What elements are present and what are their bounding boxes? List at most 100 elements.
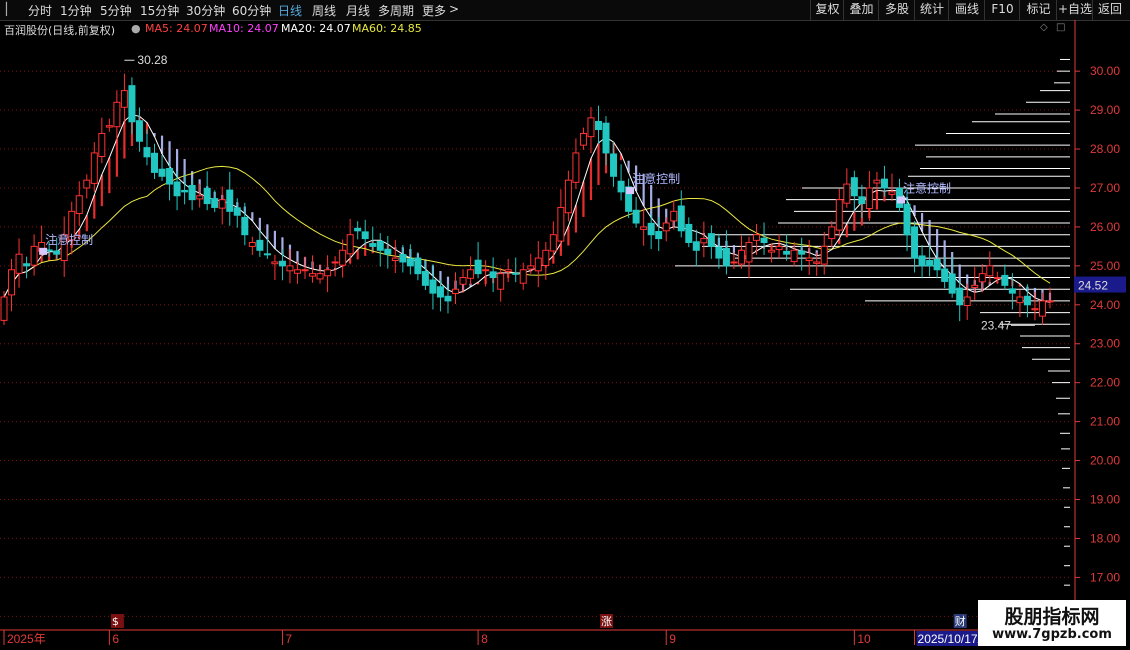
candle-body-7	[53, 250, 61, 255]
candle-body-38	[286, 265, 294, 272]
candle-body-134	[1008, 288, 1016, 294]
candle-body-60	[452, 288, 460, 294]
candle-body-79	[594, 120, 602, 131]
watermark-url: www.7gpzb.com	[992, 627, 1112, 642]
candle-body-138	[1038, 300, 1046, 317]
candle-body-18	[135, 120, 143, 142]
candle-body-10	[75, 195, 83, 214]
candle-body-36	[271, 261, 279, 265]
candle-body-48	[361, 231, 369, 240]
candle-body-62	[467, 269, 475, 279]
site-watermark: 股朋指标网 www.7gpzb.com	[978, 600, 1126, 646]
candle-body-101	[760, 237, 768, 243]
candle-body-136	[1023, 295, 1031, 306]
candle-body-80	[602, 122, 610, 154]
candle-body-84	[632, 209, 640, 224]
candle-body-88	[662, 222, 670, 232]
candle-body-116	[873, 179, 881, 184]
candle-body-27	[203, 187, 211, 205]
candle-body-32	[241, 216, 249, 236]
candle-body-112	[843, 183, 851, 204]
high-price-label: 30.28	[137, 53, 167, 67]
watermark-title: 股朋指标网	[1004, 606, 1100, 628]
annotation-text-0: 注意控制	[45, 232, 93, 247]
candle-body-37	[278, 260, 286, 267]
x-tick-label-5: 10	[857, 632, 871, 646]
candle-body-59	[444, 295, 452, 302]
candle-body-92	[692, 241, 700, 251]
y-tick-label-6: 24.00	[1090, 298, 1120, 312]
candle-body-110	[828, 226, 836, 240]
candle-body-29	[218, 199, 226, 209]
y-tick-label-3: 27.00	[1090, 181, 1120, 195]
y-tick-label-5: 25.00	[1090, 259, 1120, 273]
candle-body-22	[166, 168, 174, 185]
candle-body-52	[391, 257, 399, 262]
candle-body-95	[715, 246, 723, 259]
annotation-marker-0	[39, 247, 48, 255]
candle-body-127	[956, 287, 964, 306]
event-marker-0: $	[112, 615, 119, 628]
candle-body-126	[948, 273, 956, 294]
x-tick-label-2: 7	[285, 632, 292, 646]
candle-body-26	[196, 195, 204, 200]
annotation-marker-1	[626, 187, 635, 195]
candle-body-125	[941, 268, 949, 282]
candle-body-58	[436, 286, 444, 298]
low-price-label: 23.47	[981, 318, 1011, 332]
candle-body-24	[181, 189, 189, 193]
candle-body-74	[557, 206, 565, 242]
candle-body-15	[113, 101, 121, 128]
candle-body-77	[579, 132, 587, 146]
candle-body-17	[128, 85, 136, 123]
candle-body-1	[8, 269, 16, 296]
annotation-marker-2	[897, 196, 906, 204]
candle-body-123	[926, 260, 934, 267]
candle-body-137	[1031, 308, 1039, 311]
candle-body-11	[83, 179, 91, 189]
candle-body-91	[685, 223, 693, 243]
x-tick-label-1: 6	[112, 632, 119, 646]
candle-body-94	[707, 233, 715, 247]
candle-body-115	[865, 187, 873, 210]
candle-body-114	[858, 196, 866, 205]
candle-body-106	[798, 250, 806, 255]
candle-body-3	[23, 263, 31, 267]
candle-body-108	[813, 261, 821, 264]
candle-body-66	[497, 273, 505, 290]
candle-body-89	[670, 210, 678, 222]
candle-body-68	[512, 272, 520, 275]
candle-body-76	[572, 152, 580, 183]
candle-body-93	[700, 238, 708, 244]
candle-body-43	[324, 269, 332, 277]
y-tick-label-8: 22.00	[1090, 376, 1120, 390]
event-marker-1: 涨	[601, 615, 612, 628]
annotation-text-2: 注意控制	[903, 180, 951, 195]
candle-body-50	[376, 240, 384, 251]
y-tick-label-1: 29.00	[1090, 103, 1120, 117]
candle-body-2	[15, 253, 23, 274]
candle-body-54	[406, 258, 414, 267]
candle-body-35	[263, 253, 271, 256]
candle-body-67	[504, 269, 512, 273]
event-marker-2: 财	[955, 614, 966, 628]
candle-body-75	[564, 179, 572, 214]
candle-body-46	[346, 234, 354, 255]
candle-body-86	[647, 222, 655, 236]
y-tick-label-4: 26.00	[1090, 220, 1120, 234]
y-tick-label-12: 18.00	[1090, 531, 1120, 545]
candle-body-28	[211, 198, 219, 208]
candle-body-41	[309, 273, 317, 277]
candle-body-117	[880, 178, 888, 189]
candle-body-87	[655, 231, 663, 240]
candle-body-113	[850, 177, 858, 197]
candle-body-103	[775, 245, 783, 251]
candle-body-56	[421, 271, 429, 286]
candle-body-82	[617, 180, 625, 193]
candle-body-16	[120, 90, 128, 108]
kline-chart[interactable]: 30.00 29.00 28.00 27.00 26.00 25.00 24.00 23.00…	[0, 0, 1130, 650]
candle-body-65	[489, 271, 497, 279]
candle-body-47	[354, 227, 362, 232]
candle-body-129	[971, 284, 979, 288]
candle-body-124	[933, 258, 941, 271]
